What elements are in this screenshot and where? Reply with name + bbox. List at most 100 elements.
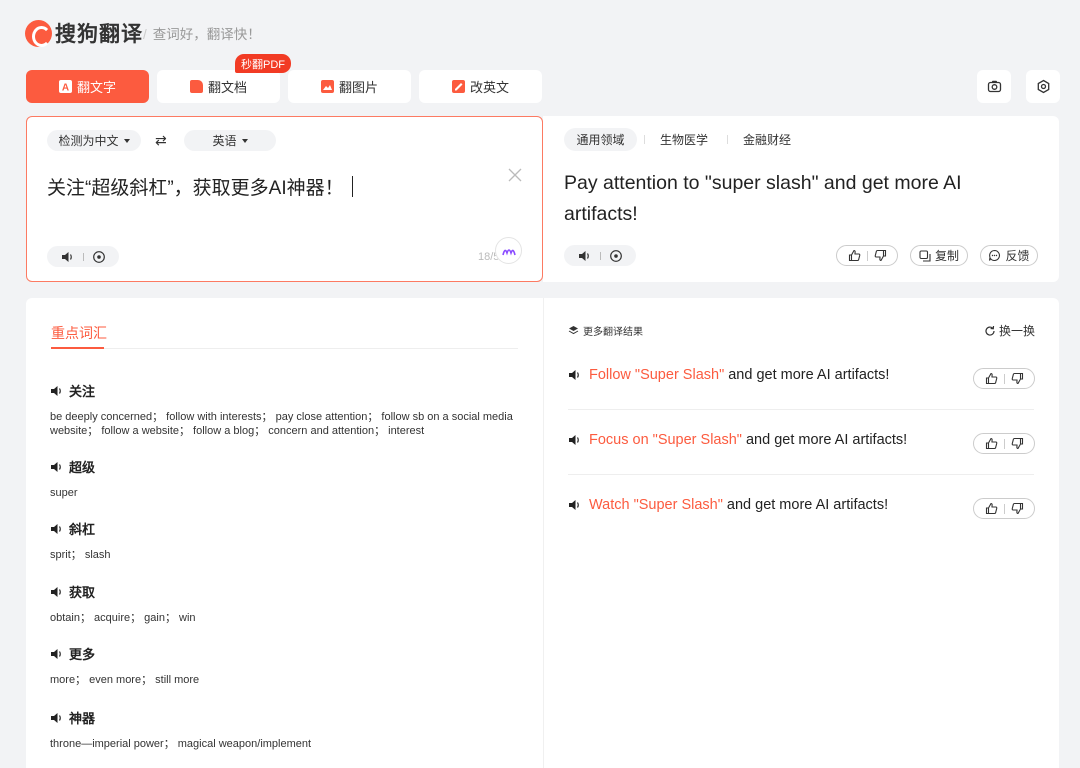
sogou-logo-icon bbox=[25, 19, 52, 47]
vocab-word[interactable]: 神器 bbox=[69, 708, 95, 727]
divider bbox=[727, 135, 728, 144]
alt-translation: Follow "Super Slash" and get more AI art… bbox=[568, 367, 1034, 383]
vote-controls bbox=[973, 498, 1035, 519]
vocab-word[interactable]: 更多 bbox=[69, 644, 95, 663]
text-cursor bbox=[351, 176, 353, 197]
speaker-icon[interactable] bbox=[61, 251, 75, 263]
domain-general[interactable]: 通用领域 bbox=[564, 128, 637, 151]
vocab-item: 超级 super bbox=[50, 457, 520, 500]
target-audio-controls bbox=[564, 245, 636, 266]
document-icon bbox=[189, 80, 203, 93]
tab-key-vocabulary[interactable]: 重点词汇 bbox=[51, 323, 107, 343]
vote-controls bbox=[973, 433, 1035, 454]
app-name: 搜狗翻译 bbox=[55, 23, 143, 46]
thumbs-down-icon[interactable] bbox=[1011, 372, 1024, 385]
speaker-icon[interactable] bbox=[50, 385, 64, 397]
thumbs-down-icon[interactable] bbox=[874, 249, 887, 262]
refresh-button[interactable]: 换一换 bbox=[984, 322, 1035, 339]
vocab-definition: throne—imperial power； magical weapon/im… bbox=[50, 738, 312, 750]
playback-speed-icon[interactable] bbox=[92, 250, 106, 264]
source-panel: 检测为中文 ⇄ 英语 关注“超级斜杠”，获取更多AI神器！ 18/5 bbox=[26, 116, 543, 282]
copy-button[interactable]: 复制 bbox=[910, 245, 968, 266]
key-vocabulary-panel: 重点词汇 关注 be deeply concerned； follow with… bbox=[26, 298, 543, 768]
vocab-definition: obtain； acquire； gain； win bbox=[50, 612, 196, 624]
vocab-item: 神器 throne—imperial power； magical weapon… bbox=[50, 708, 520, 751]
swap-languages-icon[interactable]: ⇄ bbox=[155, 132, 167, 149]
vocab-definition: be deeply concerned； follow with interes… bbox=[50, 411, 513, 437]
source-text: 关注“超级斜杠”，获取更多AI神器！ bbox=[47, 178, 344, 199]
divider bbox=[568, 474, 1034, 475]
vote-controls bbox=[973, 368, 1035, 389]
tab-translate-image[interactable]: 翻图片 bbox=[288, 70, 411, 103]
speaker-icon[interactable] bbox=[568, 499, 582, 511]
target-panel: 通用领域 生物医学 金融财经 Pay attention to "super s… bbox=[543, 116, 1059, 282]
tab-translate-document[interactable]: 翻文档 bbox=[157, 70, 280, 103]
highlight-text: Follow "Super Slash" bbox=[589, 367, 725, 383]
clear-text-button[interactable] bbox=[508, 168, 522, 187]
more-translations-title: 更多翻译结果 bbox=[568, 323, 643, 338]
thumbs-down-icon[interactable] bbox=[1011, 437, 1024, 450]
speaker-icon[interactable] bbox=[50, 586, 64, 598]
refresh-label: 换一换 bbox=[999, 324, 1036, 338]
caret-down-icon bbox=[241, 138, 248, 143]
source-language-select[interactable]: 检测为中文 bbox=[47, 130, 141, 151]
thumbs-up-icon[interactable] bbox=[848, 249, 861, 262]
feedback-button[interactable]: 反馈 bbox=[980, 245, 1038, 266]
playback-speed-icon[interactable] bbox=[609, 249, 623, 263]
alt-translation-text[interactable]: Focus on "Super Slash" and get more AI a… bbox=[589, 432, 907, 448]
vocab-word[interactable]: 获取 bbox=[69, 582, 95, 601]
tab-label: 改英文 bbox=[469, 80, 509, 95]
feedback-icon bbox=[989, 249, 1001, 261]
tab-polish-english[interactable]: 改英文 bbox=[419, 70, 542, 103]
settings-icon bbox=[1037, 79, 1049, 94]
divider bbox=[51, 348, 518, 349]
target-language-label: 英语 bbox=[212, 134, 237, 148]
thumbs-up-icon[interactable] bbox=[985, 372, 998, 385]
source-audio-controls bbox=[47, 246, 119, 267]
thumbs-down-icon[interactable] bbox=[1011, 502, 1024, 515]
camera-button[interactable] bbox=[977, 70, 1011, 103]
logo[interactable]: 搜狗翻译 bbox=[25, 18, 143, 48]
divider bbox=[568, 409, 1034, 410]
divider bbox=[82, 252, 84, 261]
rest-text: and get more AI artifacts! bbox=[724, 367, 890, 383]
speaker-icon[interactable] bbox=[50, 712, 64, 724]
domain-biomedical[interactable]: 生物医学 bbox=[653, 128, 715, 151]
vocab-definition: super bbox=[50, 487, 78, 499]
tab-label: 翻文档 bbox=[207, 80, 247, 95]
alt-translation-text[interactable]: Follow "Super Slash" and get more AI art… bbox=[589, 367, 889, 383]
vocab-word[interactable]: 关注 bbox=[69, 381, 95, 400]
vocab-item: 关注 be deeply concerned； follow with inte… bbox=[50, 381, 520, 438]
speaker-icon[interactable] bbox=[50, 461, 64, 473]
assistant-icon[interactable] bbox=[495, 237, 522, 264]
tab-translate-text[interactable]: A 翻文字 bbox=[26, 70, 149, 103]
translation-result: Pay attention to "super slash" and get m… bbox=[564, 172, 962, 225]
speaker-icon[interactable] bbox=[568, 434, 582, 446]
divider bbox=[644, 135, 645, 144]
refresh-icon bbox=[985, 325, 995, 336]
divider bbox=[599, 251, 601, 260]
vocab-word[interactable]: 斜杠 bbox=[69, 519, 95, 538]
more-translations-panel: 更多翻译结果 换一换 Follow "Super Slash" and get … bbox=[543, 298, 1059, 768]
vocab-item: 更多 more； even more； still more bbox=[50, 644, 520, 687]
thumbs-up-icon[interactable] bbox=[985, 502, 998, 515]
source-text-input[interactable]: 关注“超级斜杠”，获取更多AI神器！ bbox=[47, 173, 353, 200]
speaker-icon[interactable] bbox=[50, 648, 64, 660]
source-language-label: 检测为中文 bbox=[58, 134, 119, 148]
vocab-definition: sprit； slash bbox=[50, 549, 111, 561]
vocab-word[interactable]: 超级 bbox=[69, 457, 95, 476]
domain-finance[interactable]: 金融财经 bbox=[736, 128, 798, 151]
settings-button[interactable] bbox=[1026, 70, 1060, 103]
vocab-item: 斜杠 sprit； slash bbox=[50, 519, 520, 562]
close-icon bbox=[508, 168, 522, 182]
target-language-select[interactable]: 英语 bbox=[184, 130, 276, 151]
copy-icon bbox=[919, 249, 931, 262]
rest-text: and get more AI artifacts! bbox=[722, 497, 889, 513]
speaker-icon[interactable] bbox=[578, 250, 592, 262]
thumbs-up-icon[interactable] bbox=[985, 437, 998, 450]
divider bbox=[866, 250, 868, 261]
speaker-icon[interactable] bbox=[50, 523, 64, 535]
more-title-text: 更多翻译结果 bbox=[583, 327, 643, 338]
alt-translation-text[interactable]: Watch "Super Slash" and get more AI arti… bbox=[589, 497, 888, 513]
speaker-icon[interactable] bbox=[568, 369, 582, 381]
